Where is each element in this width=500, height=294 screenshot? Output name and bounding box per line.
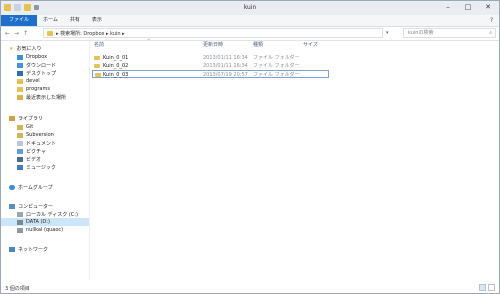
nav-item-pictures[interactable]: ピクチャ <box>17 147 46 155</box>
download-icon <box>17 62 23 68</box>
up-icon[interactable]: ↑ <box>23 29 28 38</box>
pictures-icon <box>17 148 23 154</box>
drive-icon <box>17 219 23 225</box>
nav-computer-header[interactable]: コンピューター <box>9 202 53 210</box>
details-view-icon[interactable] <box>479 284 486 291</box>
location-folder-icon <box>47 30 53 36</box>
minimize-button[interactable]: – <box>441 3 455 12</box>
navigation-buttons: ← → ↑ <box>5 29 28 38</box>
navigation-pane: ★ お気に入り Dropbox ダウンロード デスクトップ devel prog… <box>1 41 89 281</box>
nav-network[interactable]: ネットワーク <box>9 245 48 253</box>
nav-item-drive-c[interactable]: ローカル ディスク (C:) <box>17 210 78 218</box>
address-bar[interactable]: ▸ 検索場所: Dropbox ▸ kuin ▸ <box>43 28 383 38</box>
network-drive-icon <box>17 227 23 233</box>
nav-item-desktop[interactable]: デスクトップ <box>17 69 56 77</box>
nav-item-git[interactable]: Git <box>17 123 33 131</box>
file-modified: 2013/01/11 16:34 <box>203 55 248 61</box>
title-bar: kuin – □ ✕ <box>1 1 499 15</box>
nav-item-drive-d[interactable]: DATA (D:) <box>1 218 89 226</box>
file-type: ファイル フォルダー <box>253 55 300 61</box>
explorer-window: kuin – □ ✕ ファイル ホーム 共有 表示 ? ← → ↑ ▸ 検索場所… <box>0 0 500 294</box>
nav-item-recent-places[interactable]: 最近表示した場所 <box>17 93 66 101</box>
close-button[interactable]: ✕ <box>481 3 495 12</box>
homegroup-icon <box>9 184 15 190</box>
large-icons-view-icon[interactable] <box>488 284 495 291</box>
nav-item-programs[interactable]: programs <box>17 85 50 93</box>
star-icon: ★ <box>9 45 14 52</box>
search-icon: ⌕ <box>489 30 492 36</box>
network-icon <box>9 246 15 252</box>
nav-item-subversion[interactable]: Subversion <box>17 131 54 139</box>
nav-item-dropbox[interactable]: Dropbox <box>17 53 47 61</box>
status-bar: 3 個の項目 <box>1 283 499 293</box>
folder-icon <box>17 78 23 84</box>
column-header-name[interactable]: 名前 <box>94 41 104 48</box>
forward-icon[interactable]: → <box>14 29 19 38</box>
nav-item-documents[interactable]: ドキュメント <box>17 139 56 147</box>
file-row-selected[interactable]: Kuin_0_03 2013/07/19 20:57 ファイル フォルダー <box>92 70 329 78</box>
tab-file[interactable]: ファイル <box>1 15 38 26</box>
ribbon: ファイル ホーム 共有 表示 ? <box>1 15 499 27</box>
window-title: kuin <box>243 4 257 11</box>
drive-icon <box>17 211 23 217</box>
folder-icon <box>94 56 100 60</box>
file-list: ^ 名前 更新日時 種類 サイズ Kuin_0_01 2013/01/11 16… <box>91 38 499 281</box>
file-name: Kuin_0_02 <box>103 63 129 69</box>
computer-icon <box>9 203 15 209</box>
search-placeholder: kuinの検索 <box>408 30 434 36</box>
file-name: Kuin_0_01 <box>103 55 129 61</box>
pane-splitter[interactable] <box>89 41 90 281</box>
music-icon <box>17 164 23 170</box>
nav-item-music[interactable]: ミュージック <box>17 163 56 171</box>
nav-item-downloads[interactable]: ダウンロード <box>17 61 56 69</box>
address-path: ▸ 検索場所: Dropbox ▸ kuin ▸ <box>56 30 125 37</box>
item-count: 3 個の項目 <box>5 286 30 292</box>
dropbox-icon <box>17 54 23 60</box>
maximize-button[interactable]: □ <box>461 3 475 12</box>
search-input[interactable]: kuinの検索 ⌕ <box>403 28 496 38</box>
library-icon <box>9 115 15 121</box>
video-icon <box>17 156 23 162</box>
help-icon[interactable]: ? <box>490 17 493 24</box>
ribbon-tabs: ファイル ホーム 共有 表示 <box>1 15 108 26</box>
tab-view[interactable]: 表示 <box>86 15 108 26</box>
address-dropdown-icon[interactable]: ▾ <box>386 30 389 36</box>
nav-item-network-drive[interactable]: nullkal (quaoc) <box>17 226 63 234</box>
file-row[interactable]: Kuin_0_01 2013/01/11 16:34 ファイル フォルダー <box>92 54 329 62</box>
documents-icon <box>17 140 23 146</box>
sort-indicator-icon: ^ <box>147 38 151 43</box>
recent-places-icon <box>17 94 23 100</box>
folder-icon <box>17 86 23 92</box>
back-icon[interactable]: ← <box>5 29 10 38</box>
file-type: ファイル フォルダー <box>253 63 300 69</box>
column-header-modified[interactable]: 更新日時 <box>203 41 223 48</box>
column-header-size[interactable]: サイズ <box>303 41 318 48</box>
view-switcher <box>479 284 495 291</box>
desktop-icon <box>17 70 23 76</box>
column-header-type[interactable]: 種類 <box>253 41 263 48</box>
file-modified: 2013/07/19 20:57 <box>203 72 248 78</box>
tab-share[interactable]: 共有 <box>64 15 86 26</box>
nav-favorites-header[interactable]: ★ お気に入り <box>9 44 42 52</box>
window-controls: – □ ✕ <box>441 3 495 12</box>
file-modified: 2013/01/11 16:34 <box>203 63 248 69</box>
nav-libraries-header[interactable]: ライブラリ <box>9 114 43 122</box>
library-folder-icon <box>17 124 23 130</box>
file-name: Kuin_0_03 <box>103 72 129 78</box>
nav-item-videos[interactable]: ビデオ <box>17 155 41 163</box>
file-type: ファイル フォルダー <box>253 72 300 78</box>
tab-home[interactable]: ホーム <box>37 15 64 26</box>
address-bar-row: ← → ↑ ▸ 検索場所: Dropbox ▸ kuin ▸ ▾ kuinの検索… <box>1 27 499 41</box>
nav-item-devel[interactable]: devel <box>17 77 40 85</box>
folder-icon <box>94 64 100 68</box>
file-row[interactable]: Kuin_0_02 2013/01/11 16:34 ファイル フォルダー <box>92 62 329 70</box>
library-folder-icon <box>17 132 23 138</box>
folder-icon <box>95 73 101 77</box>
nav-homegroup[interactable]: ホームグループ <box>9 183 53 191</box>
